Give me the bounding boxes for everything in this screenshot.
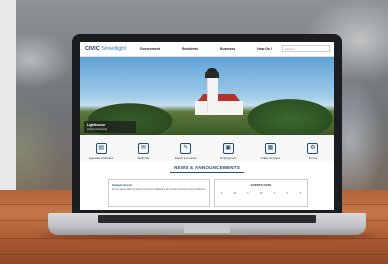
- news-card-text: Lorem ipsum dolor sit amet consectetur a…: [112, 188, 206, 191]
- quick-link-employment[interactable]: ▣ Employment: [211, 136, 245, 160]
- weekday: F: [286, 192, 289, 195]
- lighthouse-lantern: [205, 71, 219, 78]
- weekday: M: [233, 192, 236, 195]
- quick-link-label: Report a Concern: [174, 156, 197, 160]
- quick-link-label: Agendas & Minutes: [89, 156, 114, 160]
- weekday: S: [299, 192, 302, 195]
- nav-business[interactable]: Business: [220, 47, 235, 51]
- agenda-icon: ▤: [95, 143, 107, 154]
- quick-links: ▤ Agendas & Minutes ✉ Notify Me ✎ Report…: [80, 135, 334, 161]
- quick-link-notify[interactable]: ✉ Notify Me: [126, 136, 160, 160]
- keeper-house: [195, 101, 243, 115]
- quick-link-label: Notify Me: [137, 156, 150, 160]
- quick-link-forms[interactable]: ⚙ Forms: [296, 136, 330, 160]
- news-card[interactable]: Sample Event Lorem ipsum dolor sit amet …: [108, 179, 210, 207]
- hero-caption: Lighthouse Historic landmark: [84, 121, 136, 133]
- logo-sub-text: Streetlight: [101, 46, 126, 52]
- mail-icon: ✉: [137, 143, 149, 154]
- briefcase-icon: ▣: [222, 143, 234, 154]
- calendar-title: EVENTS DATE: [250, 183, 272, 187]
- quick-link-online-services[interactable]: ▦ Online Services: [253, 136, 287, 160]
- trees-right: [230, 97, 334, 135]
- quick-link-report[interactable]: ✎ Report a Concern: [169, 136, 203, 160]
- hero-caption-title: Lighthouse: [87, 123, 106, 127]
- quick-link-label: Online Services: [260, 156, 281, 160]
- lighthouse-tower: [207, 77, 218, 113]
- laptop-keyboard: [98, 215, 316, 223]
- weekday: W: [260, 192, 263, 195]
- services-icon: ▦: [264, 143, 276, 154]
- hero-banner: Lighthouse Historic landmark: [80, 57, 334, 135]
- main-nav: Government Residents Business How Do I: [140, 47, 294, 51]
- search-input[interactable]: Search: [282, 45, 330, 52]
- site-header: CIVIC Streetlight Government Residents B…: [80, 42, 334, 57]
- news-heading: NEWS & ANNOUNCEMENTS: [173, 165, 241, 170]
- weekday: T: [273, 192, 276, 195]
- laptop-screen: CIVIC Streetlight Government Residents B…: [80, 42, 334, 210]
- nav-government[interactable]: Government: [140, 47, 160, 51]
- forms-icon: ⚙: [307, 143, 319, 154]
- quick-link-label: Forms: [308, 156, 317, 160]
- news-card-headline: Sample Event: [112, 183, 132, 187]
- weekday: T: [247, 192, 249, 195]
- site-logo[interactable]: CIVIC Streetlight: [85, 46, 126, 52]
- concern-icon: ✎: [180, 143, 192, 154]
- weekday: S: [220, 192, 223, 195]
- calendar-weekdays: S M T W T F S: [215, 192, 307, 195]
- laptop-trackpad: [184, 225, 230, 233]
- quick-link-agendas[interactable]: ▤ Agendas & Minutes: [84, 136, 118, 160]
- nav-residents[interactable]: Residents: [182, 47, 198, 51]
- nav-how-do-i[interactable]: How Do I: [257, 47, 272, 51]
- quick-link-label: Employment: [220, 156, 236, 160]
- events-calendar: EVENTS DATE S M T W T F S: [214, 179, 308, 207]
- lighthouse-cap: [207, 68, 217, 72]
- logo-main-text: CIVIC: [85, 46, 100, 52]
- news-divider: [170, 172, 244, 173]
- hero-caption-subtitle: Historic landmark: [87, 128, 108, 131]
- background-left-panel: [0, 0, 16, 200]
